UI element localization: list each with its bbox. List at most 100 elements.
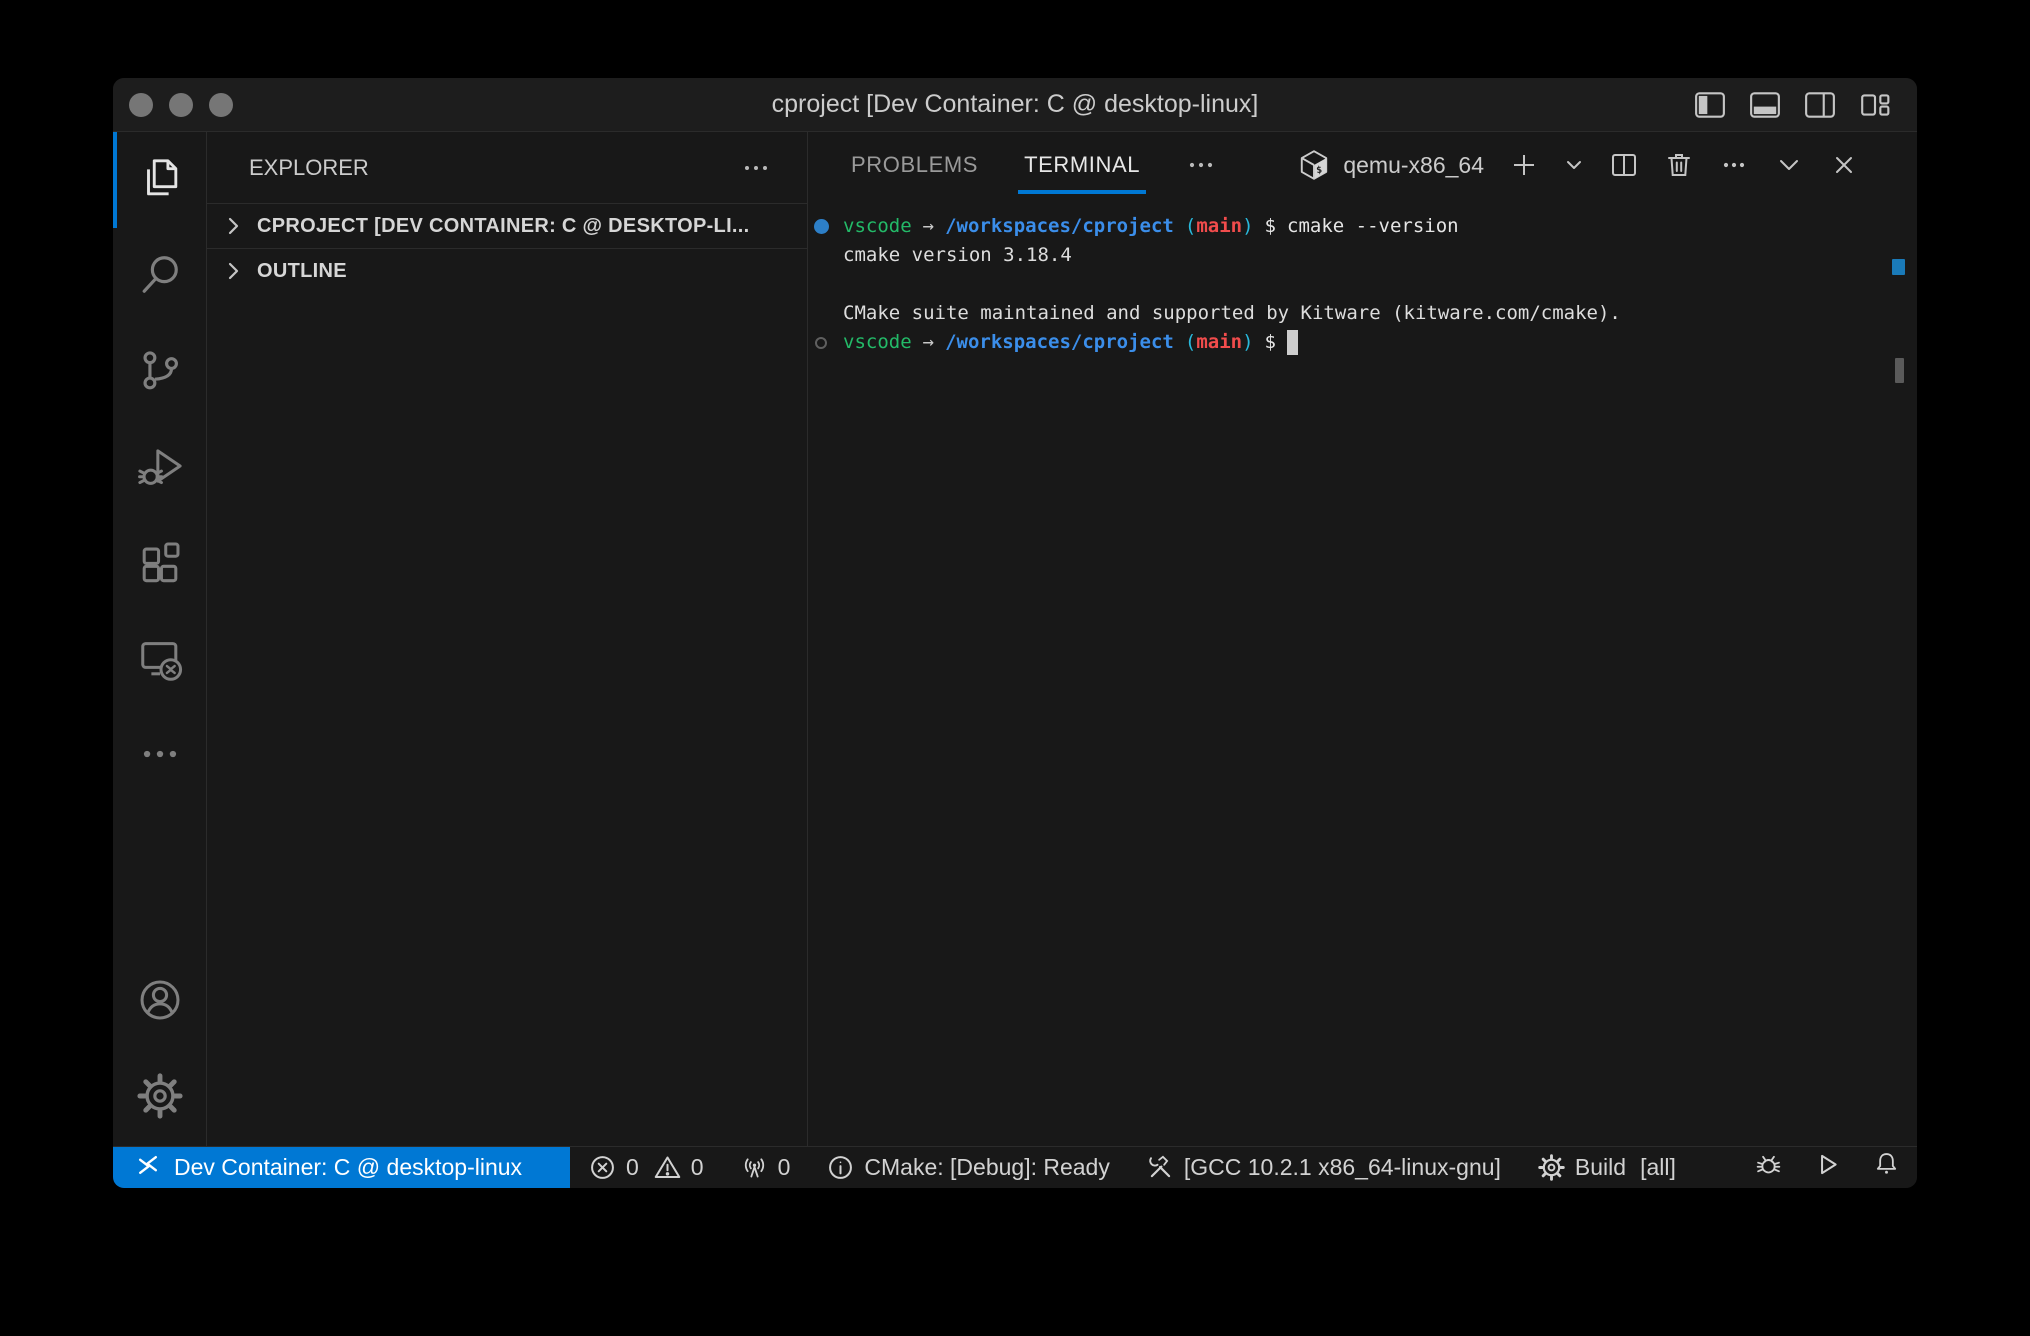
- new-terminal-icon[interactable]: [1509, 150, 1539, 180]
- radio-tower-icon: [740, 1153, 769, 1182]
- activity-search[interactable]: [113, 228, 206, 324]
- terminal-blank-line: [808, 270, 1917, 299]
- launch-profile-chevron-icon[interactable]: [1564, 155, 1584, 175]
- terminal-viewport[interactable]: vscode→/workspaces/cproject(main)$cmake …: [808, 198, 1917, 1146]
- prompt-user: vscode: [843, 328, 912, 357]
- build-target[interactable]: [all]: [1640, 1154, 1676, 1181]
- activity-explorer[interactable]: [113, 132, 206, 228]
- section-label: OUTLINE: [257, 260, 347, 283]
- desktop-background: cproject [Dev Container: C @ desktop-lin…: [0, 0, 2030, 1336]
- terminal-output-line: cmake version 3.18.4: [808, 241, 1917, 270]
- prompt-cwd: /workspaces/cproject: [945, 212, 1174, 241]
- command-decoration-success-icon[interactable]: [814, 219, 829, 234]
- prompt-branch: (main): [1185, 328, 1254, 357]
- prompt-user: vscode: [843, 212, 912, 241]
- info-icon: [826, 1153, 855, 1182]
- bottom-panel: PROBLEMS TERMINAL: [808, 132, 1917, 1146]
- terminal-profile-name: qemu-x86_64: [1343, 152, 1484, 179]
- chevron-right-icon: [221, 214, 245, 238]
- panel-tab-bar: PROBLEMS TERMINAL: [808, 132, 1917, 198]
- extensions-icon: [137, 539, 183, 590]
- kit-label: [GCC 10.2.1 x86_64-linux-gnu]: [1184, 1154, 1501, 1181]
- tab-problems[interactable]: PROBLEMS: [851, 132, 978, 198]
- problems-warnings[interactable]: 0: [653, 1153, 704, 1182]
- minimize-window-button[interactable]: [169, 93, 193, 117]
- typed-command: cmake --version: [1287, 212, 1459, 241]
- debug-launch-play-icon[interactable]: [1813, 1150, 1842, 1185]
- remote-indicator[interactable]: Dev Container: C @ desktop-linux: [113, 1147, 570, 1188]
- close-window-button[interactable]: [129, 93, 153, 117]
- problems-errors[interactable]: 0: [588, 1153, 639, 1182]
- bug-icon[interactable]: [1754, 1150, 1783, 1185]
- status-bar: Dev Container: C @ desktop-linux 0: [113, 1146, 1917, 1188]
- toggle-primary-sidebar-icon[interactable]: [1694, 91, 1726, 119]
- activity-more-actions[interactable]: [113, 708, 206, 804]
- split-terminal-icon[interactable]: [1609, 150, 1639, 180]
- cmake-status[interactable]: CMake: [Debug]: Ready: [826, 1153, 1109, 1182]
- remote-explorer-icon: [137, 635, 183, 686]
- account-icon: [137, 977, 183, 1028]
- panel-more-tabs-icon[interactable]: [1186, 150, 1216, 180]
- titlebar: cproject [Dev Container: C @ desktop-lin…: [113, 78, 1917, 132]
- search-icon: [137, 251, 183, 302]
- explorer-more-actions-icon[interactable]: [741, 153, 771, 183]
- cmake-build-button[interactable]: Build: [1537, 1153, 1626, 1182]
- error-count: 0: [626, 1154, 639, 1181]
- gear-icon: [137, 1073, 183, 1124]
- sidebar-section-project[interactable]: CPROJECT [DEV CONTAINER: C @ DESKTOP-LI.…: [207, 203, 807, 248]
- cmake-kit[interactable]: [GCC 10.2.1 x86_64-linux-gnu]: [1146, 1153, 1501, 1182]
- notifications-bell-icon[interactable]: [1872, 1150, 1901, 1185]
- prompt-symbol: $: [1265, 212, 1276, 241]
- cmake-status-label: CMake: [Debug]: Ready: [864, 1154, 1109, 1181]
- error-icon: [588, 1153, 617, 1182]
- overview-ruler-command-mark: [1892, 259, 1905, 275]
- remote-icon: [135, 1152, 161, 1184]
- build-target-label: [all]: [1640, 1154, 1676, 1181]
- prompt-symbol: $: [1265, 328, 1276, 357]
- activity-accounts[interactable]: [113, 954, 206, 1050]
- terminal-prompt-line: vscode→/workspaces/cproject(main)$: [808, 328, 1917, 357]
- explorer-sidebar: EXPLORER CPROJECT [DEV CONTAINER: C @ DE…: [207, 132, 808, 1146]
- files-icon: [137, 155, 183, 206]
- more-actions-icon: [137, 731, 183, 782]
- chevron-right-icon: [221, 259, 245, 283]
- tab-terminal[interactable]: TERMINAL: [1024, 132, 1140, 198]
- close-panel-icon[interactable]: [1829, 150, 1859, 180]
- terminal-cursor: [1287, 330, 1298, 355]
- terminal-profile[interactable]: $ qemu-x86_64: [1297, 148, 1484, 182]
- forwarded-ports[interactable]: 0: [740, 1153, 791, 1182]
- toggle-panel-icon[interactable]: [1749, 91, 1781, 119]
- prompt-cwd: /workspaces/cproject: [945, 328, 1174, 357]
- window-title: cproject [Dev Container: C @ desktop-lin…: [772, 90, 1259, 119]
- vscode-window: cproject [Dev Container: C @ desktop-lin…: [113, 78, 1917, 1188]
- tools-icon: [1146, 1153, 1175, 1182]
- activity-remote-explorer[interactable]: [113, 612, 206, 708]
- terminal-more-actions-icon[interactable]: [1719, 150, 1749, 180]
- window-controls: [129, 78, 233, 131]
- prompt-arrow: →: [923, 212, 934, 241]
- zoom-window-button[interactable]: [209, 93, 233, 117]
- activity-run-debug[interactable]: [113, 420, 206, 516]
- warning-count: 0: [691, 1154, 704, 1181]
- kill-terminal-icon[interactable]: [1664, 150, 1694, 180]
- terminal-cube-icon: $: [1297, 148, 1331, 182]
- hide-panel-icon[interactable]: [1774, 150, 1804, 180]
- source-control-icon: [137, 347, 183, 398]
- terminal-scrollbar-thumb[interactable]: [1895, 358, 1904, 383]
- sidebar-section-outline[interactable]: OUTLINE: [207, 248, 807, 293]
- activity-settings[interactable]: [113, 1050, 206, 1146]
- ports-count: 0: [778, 1154, 791, 1181]
- remote-label: Dev Container: C @ desktop-linux: [174, 1154, 522, 1181]
- sidebar-title: EXPLORER: [249, 155, 369, 181]
- debug-icon: [137, 443, 183, 494]
- toggle-secondary-sidebar-icon[interactable]: [1804, 91, 1836, 119]
- activity-source-control[interactable]: [113, 324, 206, 420]
- prompt-branch: (main): [1185, 212, 1254, 241]
- command-decoration-pending-icon: [815, 337, 827, 349]
- activity-extensions[interactable]: [113, 516, 206, 612]
- activity-bar-spacer: [113, 804, 206, 954]
- gear-icon: [1537, 1153, 1566, 1182]
- terminal-command-line: vscode → /workspaces/cproject (main) $ cmake …: [808, 212, 1917, 241]
- section-label: CPROJECT [DEV CONTAINER: C @ DESKTOP-LI.…: [257, 215, 750, 238]
- customize-layout-icon[interactable]: [1859, 91, 1891, 119]
